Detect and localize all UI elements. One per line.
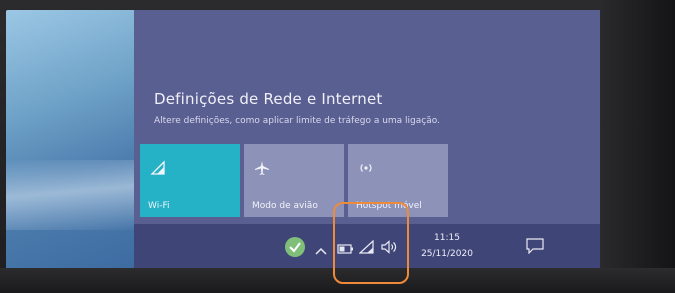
monitor-bezel-right <box>600 0 675 293</box>
tile-airplane-mode-label: Modo de avião <box>252 201 318 211</box>
tile-wifi-label: Wi-Fi <box>148 201 170 211</box>
notification-center-icon[interactable] <box>526 238 544 258</box>
tile-wifi[interactable]: Wi-Fi <box>140 144 240 217</box>
taskbar-time[interactable]: 11:15 <box>412 233 482 243</box>
hotspot-icon <box>358 160 376 178</box>
airplane-icon <box>254 160 272 178</box>
monitor-screen: Definições de Rede e Internet Altere def… <box>6 10 606 272</box>
chevron-up-icon[interactable] <box>315 241 327 260</box>
taskbar-date[interactable]: 25/11/2020 <box>412 249 482 259</box>
network-settings-description: Altere definições, como aplicar limite d… <box>154 116 440 126</box>
photo-frame: Definições de Rede e Internet Altere def… <box>0 0 675 293</box>
tile-airplane-mode[interactable]: Modo de avião <box>244 144 344 217</box>
tray-highlight-annotation <box>333 202 409 284</box>
wifi-icon <box>150 160 168 178</box>
app-tray-icon[interactable] <box>284 236 306 262</box>
network-settings-title[interactable]: Definições de Rede e Internet <box>154 90 383 108</box>
